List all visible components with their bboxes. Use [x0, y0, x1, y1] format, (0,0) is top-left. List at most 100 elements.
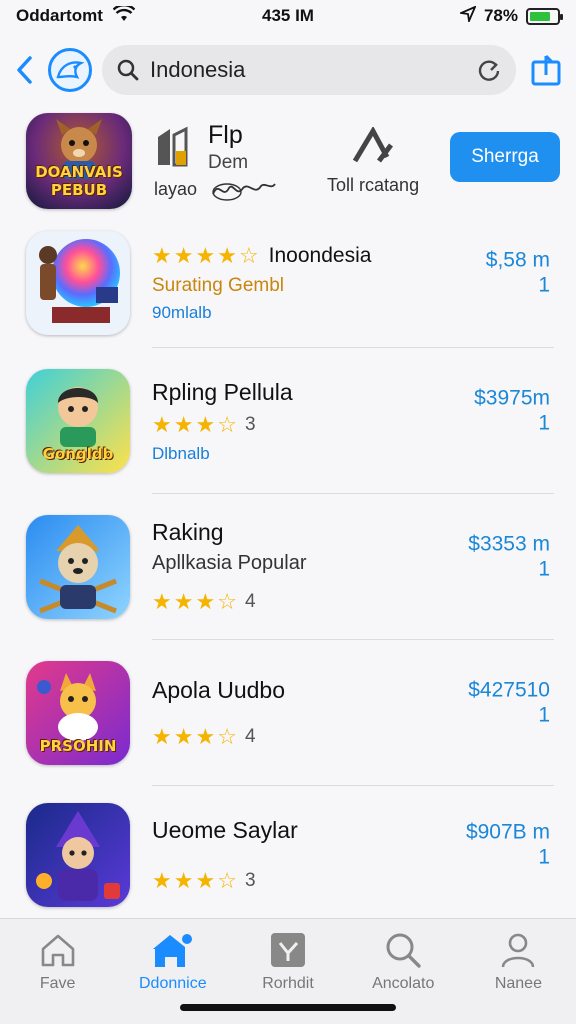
app-row[interactable]: Ueome Saylar ★ ★ ★ ☆ 3 $907B m 1	[0, 786, 576, 924]
app-row[interactable]: PRSOHIN Apola Uudbo ★ ★ ★ ☆ 4 $427510 1	[0, 640, 576, 786]
star-half-icon: ☆	[217, 723, 237, 749]
tab-label: Ancolato	[372, 975, 435, 992]
app-price[interactable]: $907B m 1	[466, 820, 550, 870]
location-icon	[457, 4, 477, 27]
star-icon: ★	[217, 243, 237, 268]
refresh-icon[interactable]	[476, 57, 502, 83]
price-value: $3353 m	[468, 532, 550, 556]
tab-label: Nanee	[494, 975, 542, 992]
star-icon: ★	[173, 243, 194, 268]
app-price[interactable]: $,58 m 1	[486, 248, 550, 298]
rating-count: 3	[244, 413, 256, 435]
rating-stars: ★ ★ ★ ☆ 3	[152, 868, 576, 894]
star-half-icon: ☆	[217, 411, 237, 437]
app-title: Inoondesia	[268, 244, 372, 267]
price-value: $427510	[468, 678, 550, 702]
price-value: $,58 m	[485, 248, 550, 272]
star-icon: ★	[173, 867, 194, 893]
price-sub: 1	[538, 273, 550, 297]
battery-level	[529, 11, 551, 21]
app-icon[interactable]	[26, 231, 130, 335]
tab-label: Fave	[39, 975, 76, 992]
search-icon	[386, 933, 421, 968]
share-icon	[531, 54, 561, 86]
app-icon[interactable]: Gongldb	[26, 369, 130, 473]
featured-row[interactable]: DOANVAIS PEBUB Flp Dem layao Toll rcatan…	[0, 104, 576, 218]
tab-profile[interactable]: Nanee	[461, 919, 576, 1024]
star-icon: ★	[173, 589, 194, 614]
status-time: 435 IM	[262, 6, 314, 25]
price-sub: 1	[538, 557, 550, 581]
share-button[interactable]	[526, 50, 566, 90]
wizard-icon	[36, 811, 120, 901]
featured-subtitle: Dem	[208, 151, 249, 173]
featured-mid-label: Toll rcatang	[327, 174, 420, 195]
rating-stars: ★ ★ ★ ☆ 4	[152, 589, 576, 615]
back-button[interactable]	[10, 50, 38, 90]
search-bar[interactable]	[102, 45, 516, 95]
price-sub: 1	[538, 845, 550, 869]
featured-title: Flp	[208, 120, 243, 149]
price-value: $3975m	[474, 386, 550, 410]
price-sub: 1	[538, 703, 550, 727]
carrier-label: Oddartomt	[16, 6, 103, 25]
bird-logo-icon	[56, 61, 85, 79]
wifi-icon	[112, 3, 136, 27]
price-sub: 1	[538, 411, 550, 435]
star-icon: ★	[195, 867, 216, 893]
featured-icon-label: DOANVAIS PEBUB	[35, 163, 123, 199]
app-meta: Dlbnalb	[152, 443, 210, 463]
featured-small-label: layao	[154, 179, 198, 199]
apps-icon	[271, 933, 305, 967]
featured-action-button[interactable]: Sherrga	[450, 132, 560, 182]
app-icon[interactable]: PRSOHIN	[26, 661, 130, 765]
star-icon: ★	[152, 411, 172, 437]
rating-count: 4	[244, 591, 256, 612]
app-price[interactable]: $3353 m 1	[468, 532, 550, 582]
home-icon	[41, 934, 74, 967]
app-icon[interactable]	[26, 803, 130, 907]
rating-count: 4	[244, 725, 256, 747]
app-row[interactable]: Gongldb Rpling Pellula ★ ★ ★ ☆ 3 Dlbnalb $3…	[0, 348, 576, 494]
price-value: $907B m	[465, 820, 550, 844]
star-icon: ★	[195, 243, 216, 268]
app-row[interactable]: ★ ★ ★ ★ ☆ Inoondesia Surating Gembl 90mlalb …	[0, 218, 576, 348]
battery-icon	[525, 7, 563, 25]
star-icon: ★	[195, 411, 216, 437]
app-row[interactable]: Raking Apllkasia Popular ★ ★ ★ ☆ 4 $3353 m …	[0, 494, 576, 640]
app-price[interactable]: $427510 1	[468, 678, 550, 728]
star-icon: ★	[152, 589, 172, 614]
app-price[interactable]: $3975m 1	[474, 386, 550, 436]
rating-stars: ★ ★ ★ ★ ☆	[152, 243, 259, 269]
star-icon: ★	[173, 411, 194, 437]
rainbow-orb-icon	[39, 239, 120, 323]
chevron-left-icon	[17, 56, 32, 84]
person-icon	[502, 933, 535, 968]
search-icon	[117, 59, 139, 81]
battery-percent: 78%	[483, 6, 518, 25]
search-input[interactable]	[150, 57, 466, 83]
star-half-icon: ☆	[217, 867, 237, 893]
star-icon: ★	[152, 243, 172, 268]
home-indicator[interactable]	[180, 1004, 396, 1011]
tab-home[interactable]: Fave	[0, 919, 115, 1024]
app-icon-label: PRSOHIN	[39, 737, 117, 755]
app-list: DOANVAIS PEBUB Flp Dem layao Toll rcatan…	[0, 104, 576, 924]
status-bar: Oddartomt 435 IM 78%	[0, 0, 576, 32]
app-icon[interactable]	[26, 515, 130, 619]
warrior-dog-icon	[39, 525, 117, 614]
star-icon: ★	[173, 723, 194, 749]
triangle-logo-icon	[352, 126, 394, 162]
store-icon	[152, 932, 194, 967]
star-icon: ★	[152, 867, 172, 893]
building-logo-icon	[158, 126, 188, 167]
app-meta: 90mlalb	[152, 303, 212, 322]
tab-label: Ddonnice	[139, 975, 207, 992]
app-logo[interactable]	[48, 48, 92, 92]
star-half-icon: ☆	[238, 243, 259, 268]
tab-label: Rorhdit	[262, 975, 314, 992]
app-icon-label: Gongldb	[42, 445, 114, 463]
featured-app-icon[interactable]: DOANVAIS PEBUB	[26, 113, 132, 209]
star-icon: ★	[195, 723, 216, 749]
star-icon: ★	[152, 723, 172, 749]
